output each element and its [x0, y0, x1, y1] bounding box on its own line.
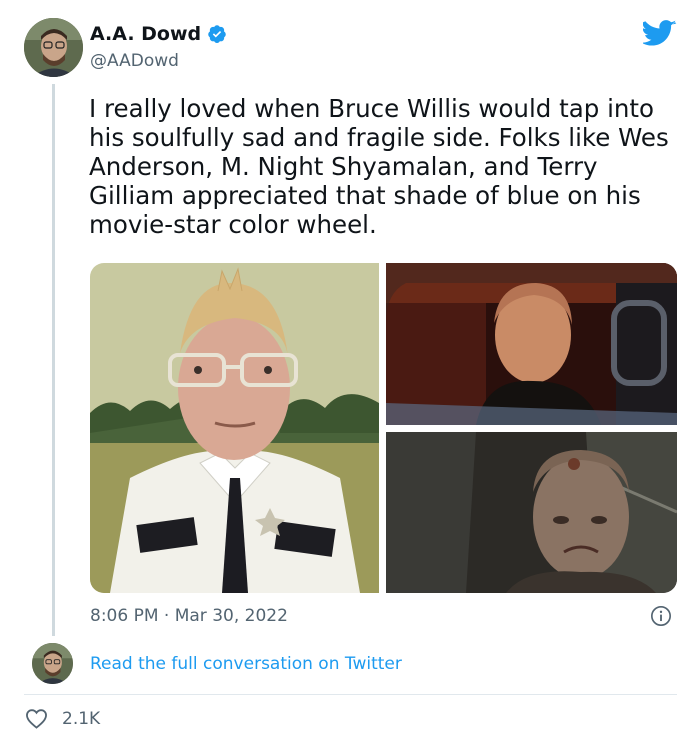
verified-badge-icon [207, 24, 227, 44]
like-count: 2.1K [62, 709, 101, 729]
info-icon[interactable] [650, 605, 672, 627]
heart-icon[interactable] [25, 708, 48, 729]
tweet-timestamp[interactable]: 8:06 PM · Mar 30, 2022 [90, 605, 288, 627]
twitter-bird-icon[interactable] [641, 20, 677, 48]
author-name[interactable]: A.A. Dowd [90, 22, 227, 46]
media-image-3[interactable] [386, 432, 677, 593]
author-avatar[interactable] [24, 18, 83, 77]
tweet-text: I really loved when Bruce Willis would t… [89, 94, 669, 239]
divider [24, 694, 677, 695]
media-image-2[interactable] [386, 263, 677, 425]
author-name-text[interactable]: A.A. Dowd [90, 22, 201, 46]
tweet-media-grid[interactable] [90, 263, 677, 593]
author-avatar-small[interactable] [32, 643, 73, 684]
media-image-1[interactable] [90, 263, 379, 593]
author-handle[interactable]: @AADowd [90, 50, 179, 72]
thread-line [52, 84, 55, 636]
read-conversation-link[interactable]: Read the full conversation on Twitter [90, 653, 402, 675]
